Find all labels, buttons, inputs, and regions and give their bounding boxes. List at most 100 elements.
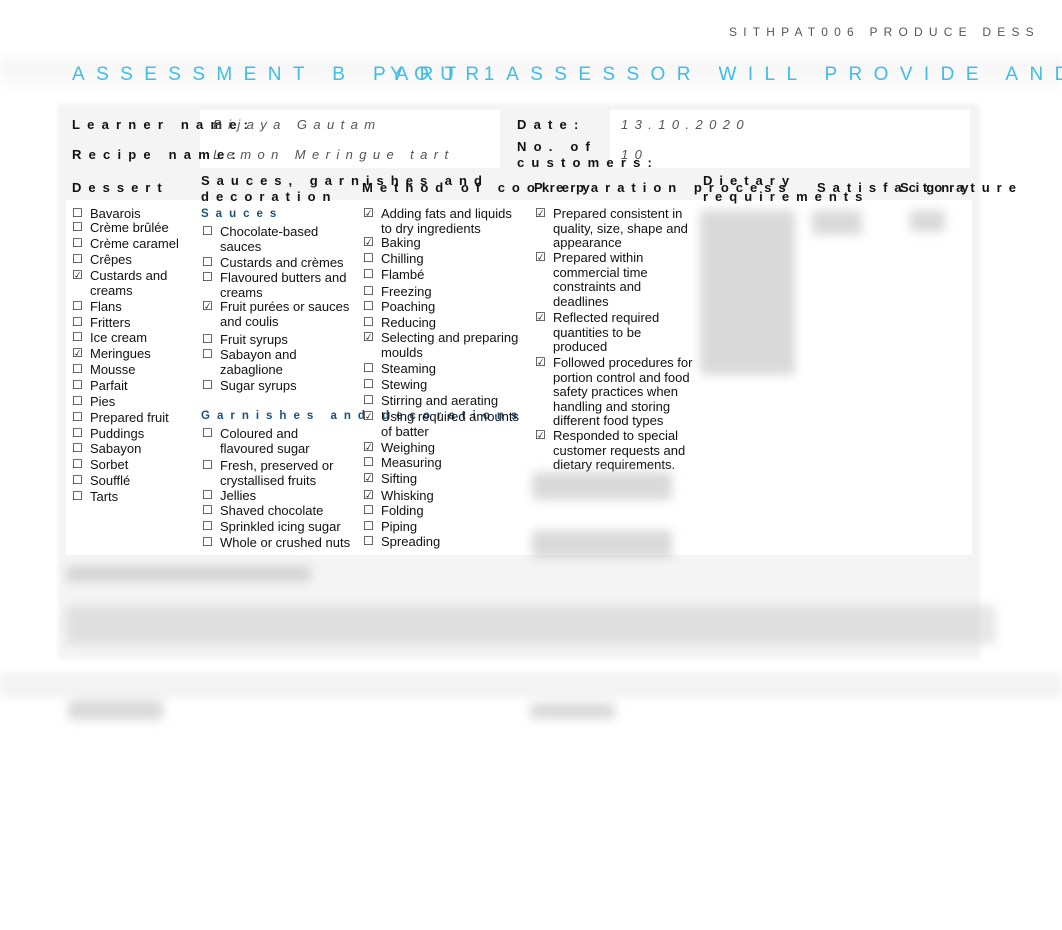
- checklist-item-label: Spreading: [381, 534, 441, 549]
- checklist-item-label: Prepared within commercial time constrai…: [553, 250, 648, 309]
- unchecked-checkbox[interactable]: ☐: [202, 256, 213, 268]
- unchecked-checkbox[interactable]: ☐: [72, 221, 83, 233]
- checklist-item-label: Weighing: [381, 440, 435, 455]
- checklist-item-label: Coloured and flavoured sugar: [220, 426, 310, 456]
- checklist-item-label: Whole or crushed nuts: [220, 535, 351, 550]
- checklist-item: ☑ Prepared consistent in quality, size, s…: [535, 206, 695, 251]
- unchecked-checkbox[interactable]: ☐: [72, 395, 83, 407]
- checklist-item-label: Stirring and aerating: [381, 393, 499, 408]
- unchecked-checkbox[interactable]: ☐: [202, 271, 213, 283]
- recipe-name-value[interactable]: Lemon Meringue tart: [213, 147, 455, 162]
- checklist-item-label: Measuring: [381, 455, 442, 470]
- redacted-satisfactory: [812, 210, 862, 235]
- checked-checkbox[interactable]: ☑: [363, 472, 374, 484]
- unchecked-checkbox[interactable]: ☐: [72, 442, 83, 454]
- checklist-item-label: Sabayon: [90, 441, 142, 456]
- checklist-item: ☐ Measuring: [363, 455, 523, 471]
- unchecked-checkbox[interactable]: ☐: [363, 504, 374, 516]
- unchecked-checkbox[interactable]: ☐: [72, 316, 83, 328]
- checked-checkbox[interactable]: ☑: [363, 441, 374, 453]
- checklist-item: ☑ Reflected required quantities to be pro…: [535, 310, 695, 355]
- checked-checkbox[interactable]: ☑: [72, 269, 83, 281]
- unchecked-checkbox[interactable]: ☐: [363, 394, 374, 406]
- checked-checkbox[interactable]: ☑: [363, 207, 374, 219]
- unchecked-checkbox[interactable]: ☐: [72, 207, 83, 219]
- checked-checkbox[interactable]: ☑: [363, 331, 374, 343]
- checked-checkbox[interactable]: ☑: [535, 251, 546, 263]
- unchecked-checkbox[interactable]: ☐: [363, 316, 374, 328]
- checklist-item: ☐ Stewing: [363, 377, 523, 393]
- checked-checkbox[interactable]: ☑: [72, 347, 83, 359]
- unchecked-checkbox[interactable]: ☐: [202, 504, 213, 516]
- unchecked-checkbox[interactable]: ☐: [363, 268, 374, 280]
- unchecked-checkbox[interactable]: ☐: [72, 458, 83, 470]
- unchecked-checkbox[interactable]: ☐: [72, 379, 83, 391]
- checklist-item: ☐ Crème brûlée: [72, 220, 197, 236]
- unchecked-checkbox[interactable]: ☐: [72, 237, 83, 249]
- checklist-item-label: Crème brûlée: [90, 220, 169, 235]
- checked-checkbox[interactable]: ☑: [535, 429, 546, 441]
- unchecked-checkbox[interactable]: ☐: [363, 378, 374, 390]
- checked-checkbox[interactable]: ☑: [535, 356, 546, 368]
- checklist-item: ☐ Fritters: [72, 315, 197, 331]
- unchecked-checkbox[interactable]: ☐: [202, 520, 213, 532]
- unchecked-checkbox[interactable]: ☐: [202, 333, 213, 345]
- checklist-item-label: Stewing: [381, 377, 428, 392]
- checklist-item: ☐ Mousse: [72, 362, 197, 378]
- redacted-comment-row: [66, 566, 311, 582]
- unchecked-checkbox[interactable]: ☐: [363, 252, 374, 264]
- checked-checkbox[interactable]: ☑: [202, 300, 213, 312]
- checklist-item-label: Fritters: [90, 315, 131, 330]
- unchecked-checkbox[interactable]: ☐: [363, 456, 374, 468]
- unchecked-checkbox[interactable]: ☐: [202, 459, 213, 471]
- checklist-item: ☐ Parfait: [72, 378, 197, 394]
- checklist-item: ☑ Using required amounts of batter: [363, 409, 523, 439]
- checked-checkbox[interactable]: ☑: [363, 410, 374, 422]
- unchecked-checkbox[interactable]: ☐: [363, 520, 374, 532]
- col-sauces-line2: decoration: [201, 189, 338, 204]
- unchecked-checkbox[interactable]: ☐: [72, 363, 83, 375]
- unchecked-checkbox[interactable]: ☐: [72, 474, 83, 486]
- unchecked-checkbox[interactable]: ☐: [202, 379, 213, 391]
- checklist-item: ☐ Ice cream: [72, 330, 197, 346]
- unchecked-checkbox[interactable]: ☐: [72, 490, 83, 502]
- checked-checkbox[interactable]: ☑: [363, 489, 374, 501]
- checklist-item-label: Followed procedures for portion control …: [553, 355, 693, 428]
- checklist-item-label: Custards and crèmes: [220, 255, 344, 270]
- checklist-item-label: Chocolate-based sauces: [220, 224, 319, 254]
- checklist-item: ☐ Freezing: [363, 284, 523, 300]
- checklist-item: ☑ Weighing: [363, 440, 523, 456]
- unchecked-checkbox[interactable]: ☐: [202, 489, 213, 501]
- unchecked-checkbox[interactable]: ☐: [363, 300, 374, 312]
- learner-name-value[interactable]: Bijaya Gautam: [213, 117, 381, 132]
- unchecked-checkbox[interactable]: ☐: [72, 300, 83, 312]
- checked-checkbox[interactable]: ☑: [535, 311, 546, 323]
- unchecked-checkbox[interactable]: ☐: [363, 362, 374, 374]
- checklist-item-label: Folding: [381, 503, 424, 518]
- checklist-item-label: Crêpes: [90, 252, 132, 267]
- unchecked-checkbox[interactable]: ☐: [363, 285, 374, 297]
- unchecked-checkbox[interactable]: ☐: [202, 427, 213, 439]
- checked-checkbox[interactable]: ☑: [363, 236, 374, 248]
- unchecked-checkbox[interactable]: ☐: [72, 331, 83, 343]
- checklist-item: ☐ Flans: [72, 299, 197, 315]
- checklist-item: ☐ Prepared fruit: [72, 410, 197, 426]
- date-value[interactable]: 13.10.2020: [621, 117, 750, 132]
- unchecked-checkbox[interactable]: ☐: [72, 427, 83, 439]
- customers-value[interactable]: 10: [621, 147, 648, 162]
- unchecked-checkbox[interactable]: ☐: [72, 411, 83, 423]
- unchecked-checkbox[interactable]: ☐: [202, 225, 213, 237]
- unchecked-checkbox[interactable]: ☐: [363, 535, 374, 547]
- unchecked-checkbox[interactable]: ☐: [72, 253, 83, 265]
- checked-checkbox[interactable]: ☑: [535, 207, 546, 219]
- unchecked-checkbox[interactable]: ☐: [202, 536, 213, 548]
- checklist-item-label: Tarts: [90, 489, 119, 504]
- checklist-item-label: Reflected required quantities to be prod…: [553, 310, 660, 354]
- unchecked-checkbox[interactable]: ☐: [202, 348, 213, 360]
- checklist-item-label: Mousse: [90, 362, 136, 377]
- checklist-item: ☐ Tarts: [72, 489, 197, 505]
- checklist-item: ☑ Followed procedures for portion control…: [535, 355, 695, 429]
- checklist-item: ☐ Custards and crèmes: [202, 255, 352, 271]
- col-dessert: Dessert: [72, 180, 169, 195]
- checklist-item: ☐ Stirring and aerating: [363, 393, 523, 409]
